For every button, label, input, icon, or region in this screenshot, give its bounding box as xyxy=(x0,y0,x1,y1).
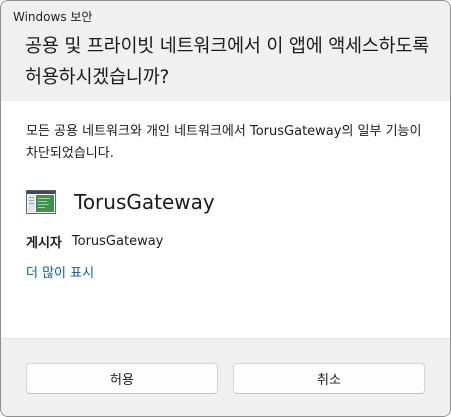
title-bar[interactable]: Windows 보안 xyxy=(1,1,450,31)
dialog-header: 공용 및 프라이빗 네트워크에서 이 앱에 액세스하도록 허용하시겠습니까? xyxy=(1,31,450,101)
app-info-row: TorusGateway xyxy=(26,188,215,216)
cancel-button[interactable]: 취소 xyxy=(233,363,425,394)
security-dialog: Windows 보안 공용 및 프라이빗 네트워크에서 이 앱에 액세스하도록 … xyxy=(0,0,451,417)
publisher-label: 게시자 xyxy=(26,236,62,251)
publisher-row: 게시자 TorusGateway xyxy=(26,232,163,251)
dialog-footer: 허용 취소 xyxy=(1,338,450,416)
allow-button[interactable]: 허용 xyxy=(26,363,218,394)
show-more-link[interactable]: 더 많이 표시 xyxy=(26,262,94,281)
dialog-content: 모든 공용 네트워크와 개인 네트워크에서 TorusGateway의 일부 기… xyxy=(1,101,450,338)
dialog-heading: 공용 및 프라이빗 네트워크에서 이 앱에 액세스하도록 허용하시겠습니까? xyxy=(25,36,430,88)
dialog-description: 모든 공용 네트워크와 개인 네트워크에서 TorusGateway의 일부 기… xyxy=(26,124,422,161)
window-title: Windows 보안 xyxy=(13,10,93,24)
application-window-icon xyxy=(26,190,56,214)
publisher-value: TorusGateway xyxy=(71,234,164,249)
app-name: TorusGateway xyxy=(74,190,215,214)
